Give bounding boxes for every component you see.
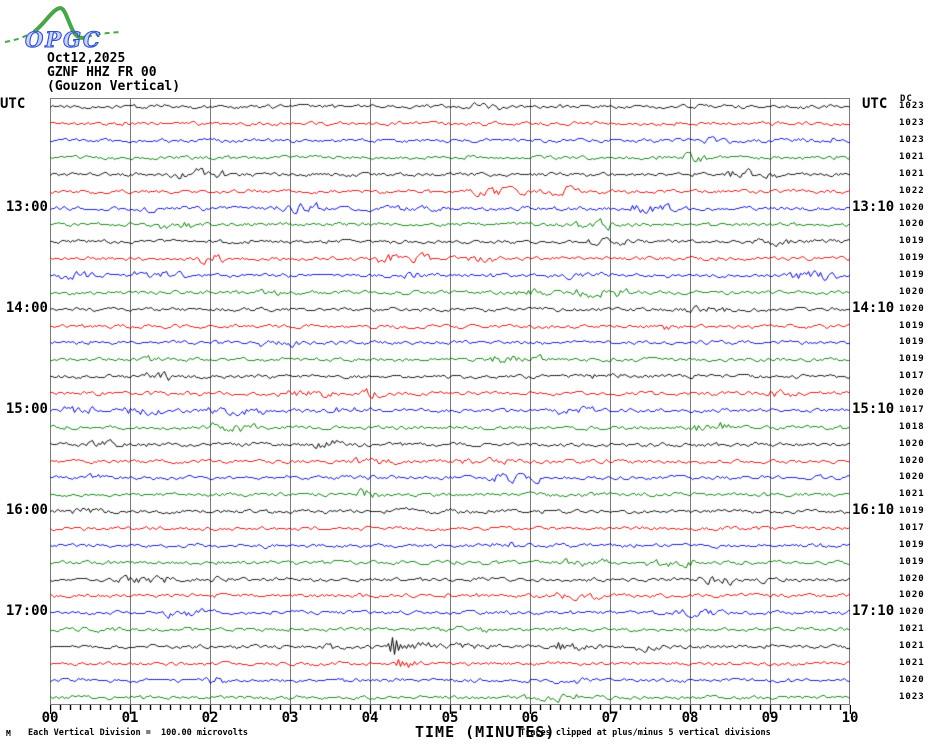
utc-label-right: UTC	[862, 96, 888, 112]
time-tick-label: 00	[41, 710, 59, 726]
dc-value: 1021	[899, 169, 925, 179]
hour-label-right: 16:10	[852, 502, 895, 518]
dc-value: 1020	[899, 607, 925, 617]
time-tick-label: 04	[361, 710, 379, 726]
dc-value: 1020	[899, 287, 925, 297]
dc-value: 1017	[899, 371, 925, 381]
time-tick-label: 08	[681, 710, 699, 726]
opgc-logo: OPGC	[4, 5, 121, 51]
dc-value: 1020	[899, 439, 925, 449]
dc-value: 1020	[899, 675, 925, 685]
dc-value: 1022	[899, 186, 925, 196]
hour-label-left: 17:00	[5, 603, 48, 619]
clip-note: Traces clipped at plus/minus 5 vertical …	[520, 728, 771, 738]
hour-label-left: 13:00	[5, 199, 48, 215]
dc-value: 1023	[899, 118, 925, 128]
vertical-division-note: Each Vertical Division = 100.00 microvol…	[28, 728, 249, 738]
dc-value: 1020	[899, 590, 925, 600]
dc-value: 1019	[899, 253, 925, 263]
dc-value: 1017	[899, 405, 925, 415]
dc-value: 1020	[899, 219, 925, 229]
dc-value: 1021	[899, 641, 925, 651]
dc-value: 1019	[899, 506, 925, 516]
time-tick-label: 01	[121, 710, 139, 726]
helicorder-screen: OPGC Oct12,2025 GZNF HHZ FR 00 (Gouzon V…	[0, 0, 930, 744]
dc-value: 1020	[899, 574, 925, 584]
dc-value: 1018	[899, 422, 925, 432]
footer-marker-glyph: M	[6, 729, 11, 738]
time-tick-label: 03	[281, 710, 299, 726]
hour-label-left: 16:00	[5, 502, 48, 518]
time-tick-label: 07	[601, 710, 619, 726]
time-tick-label: 02	[201, 710, 219, 726]
dc-value: 1021	[899, 658, 925, 668]
dc-value: 1020	[899, 203, 925, 213]
dc-value: 1020	[899, 456, 925, 466]
dc-value: 1023	[899, 101, 925, 111]
dc-value: 1019	[899, 540, 925, 550]
dc-value: 1019	[899, 270, 925, 280]
hour-label-left: 15:00	[5, 401, 48, 417]
header-date: Oct12,2025	[47, 51, 126, 66]
dc-value: 1021	[899, 489, 925, 499]
dc-value: 1019	[899, 354, 925, 364]
dc-value: 1020	[899, 472, 925, 482]
dc-value: 1019	[899, 337, 925, 347]
header-location: (Gouzon Vertical)	[47, 79, 181, 94]
dc-value: 1019	[899, 557, 925, 567]
time-tick-label: 10	[841, 710, 859, 726]
utc-label-left: UTC	[0, 96, 26, 112]
dc-value: 1019	[899, 236, 925, 246]
helicorder-traces-canvas	[50, 98, 850, 705]
time-tick-label: 09	[761, 710, 779, 726]
dc-value: 1017	[899, 523, 925, 533]
hour-label-right: 17:10	[852, 603, 895, 619]
dc-value: 1021	[899, 624, 925, 634]
hour-label-right: 15:10	[852, 401, 895, 417]
dc-value: 1021	[899, 152, 925, 162]
hour-label-left: 14:00	[5, 300, 48, 316]
dc-value: 1020	[899, 304, 925, 314]
logo-text: OPGC	[25, 27, 102, 51]
dc-value: 1023	[899, 692, 925, 702]
hour-label-right: 13:10	[852, 199, 895, 215]
hour-label-right: 14:10	[852, 300, 895, 316]
dc-value: 1023	[899, 135, 925, 145]
header-station: GZNF HHZ FR 00	[47, 65, 157, 80]
dc-value: 1019	[899, 321, 925, 331]
dc-value: 1020	[899, 388, 925, 398]
